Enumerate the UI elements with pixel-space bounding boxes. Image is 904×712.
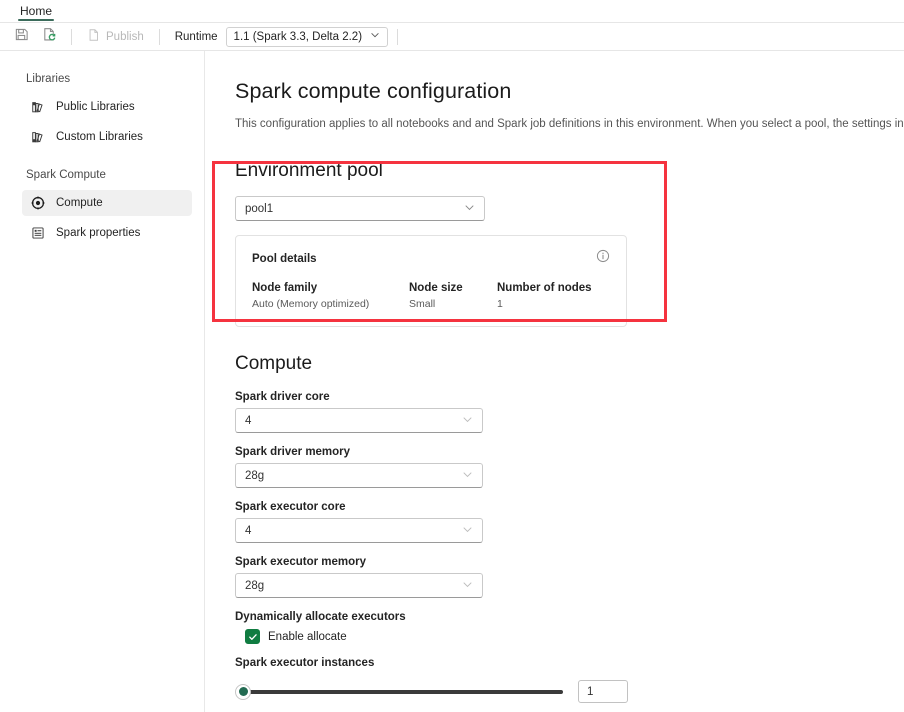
pool-detail-value: Small [409, 298, 497, 310]
publish-button[interactable]: Publish [81, 25, 150, 48]
toolbar-separator-1 [71, 29, 72, 45]
field-spark-executor-core: Spark executor core 4 [235, 501, 904, 543]
sidebar-item-custom-libraries[interactable]: Custom Libraries [22, 124, 192, 150]
app-shell: Libraries Public Libraries [0, 51, 904, 712]
runtime-dropdown-value: 1.1 (Spark 3.3, Delta 2.2) [234, 31, 362, 43]
toolbar: Publish Runtime 1.1 (Spark 3.3, Delta 2.… [0, 23, 904, 51]
books-icon [30, 129, 46, 145]
publish-refresh-icon [42, 27, 57, 47]
chevron-down-icon [462, 469, 473, 483]
spark-executor-core-value: 4 [245, 525, 251, 537]
environment-pool-select-value: pool1 [245, 203, 273, 215]
field-label: Spark executor instances [235, 657, 904, 669]
spark-driver-core-value: 4 [245, 415, 251, 427]
spark-driver-memory-select[interactable]: 28g [235, 463, 483, 488]
field-label: Spark executor memory [235, 556, 904, 568]
publish-refresh-button[interactable] [36, 26, 62, 48]
toolbar-separator-3 [397, 29, 398, 45]
field-label: Spark driver core [235, 391, 904, 403]
spark-executor-memory-select[interactable]: 28g [235, 573, 483, 598]
publish-button-label: Publish [106, 31, 144, 43]
save-button[interactable] [8, 26, 34, 48]
enable-allocate-checkbox[interactable] [245, 629, 260, 644]
tab-home[interactable]: Home [12, 0, 60, 22]
sidebar-group-libraries: Libraries Public Libraries [0, 73, 204, 150]
spark-executor-memory-value: 28g [245, 580, 264, 592]
runtime-dropdown[interactable]: 1.1 (Spark 3.3, Delta 2.2) [226, 27, 388, 47]
spark-driver-core-select[interactable]: 4 [235, 408, 483, 433]
sidebar-item-label: Spark properties [56, 227, 140, 239]
publish-page-icon [87, 28, 101, 45]
toolbar-separator-2 [159, 29, 160, 45]
field-label: Spark executor core [235, 501, 904, 513]
spark-executor-core-select[interactable]: 4 [235, 518, 483, 543]
chevron-down-icon [462, 524, 473, 538]
pool-detail-header: Node size [409, 282, 497, 294]
pool-detail-value: 1 [497, 298, 592, 310]
sidebar-item-label: Custom Libraries [56, 131, 143, 143]
pool-detail-node-size: Node size Small [409, 282, 497, 310]
pool-details-card: Pool details Node family Auto (Memory op… [235, 235, 627, 327]
field-label: Spark driver memory [235, 446, 904, 458]
ribbon-tabstrip: Home [0, 0, 904, 23]
info-icon[interactable] [596, 249, 610, 268]
executor-instances-input-value: 1 [587, 686, 593, 698]
pool-detail-node-family: Node family Auto (Memory optimized) [252, 282, 409, 310]
sidebar-group-title-spark-compute: Spark Compute [0, 169, 204, 181]
spark-driver-memory-value: 28g [245, 470, 264, 482]
books-icon [30, 99, 46, 115]
field-label: Dynamically allocate executors [235, 611, 904, 623]
field-dynamic-allocation: Dynamically allocate executors Enable al… [235, 611, 904, 644]
executor-instances-input[interactable]: 1 [578, 680, 628, 703]
pool-detail-header: Node family [252, 282, 409, 294]
pool-details-columns: Node family Auto (Memory optimized) Node… [252, 282, 610, 310]
field-spark-driver-memory: Spark driver memory 28g [235, 446, 904, 488]
sidebar-group-title-libraries: Libraries [0, 73, 204, 85]
field-spark-executor-memory: Spark executor memory 28g [235, 556, 904, 598]
pool-detail-header: Number of nodes [497, 282, 592, 294]
enable-allocate-label: Enable allocate [268, 631, 347, 643]
chevron-down-icon [370, 30, 380, 43]
field-spark-driver-core: Spark driver core 4 [235, 391, 904, 433]
executor-instances-slider[interactable] [235, 682, 563, 702]
page-description: This configuration applies to all notebo… [235, 118, 904, 130]
field-spark-executor-instances: Spark executor instances 1 [235, 657, 904, 703]
properties-list-icon [30, 225, 46, 241]
environment-pool-heading: Environment pool [235, 160, 904, 182]
executor-instances-slider-row: 1 [235, 680, 904, 703]
environment-pool-select[interactable]: pool1 [235, 196, 485, 221]
sidebar-item-label: Public Libraries [56, 101, 135, 113]
runtime-label: Runtime [169, 31, 224, 43]
chevron-down-icon [462, 579, 473, 593]
pool-detail-value: Auto (Memory optimized) [252, 298, 409, 310]
enable-allocate-row[interactable]: Enable allocate [245, 629, 904, 644]
sidebar-group-spark-compute: Spark Compute Compute [0, 169, 204, 246]
save-icon [14, 27, 29, 47]
pool-details-title: Pool details [252, 253, 317, 265]
sidebar-item-compute[interactable]: Compute [22, 190, 192, 216]
gear-icon [30, 195, 46, 211]
sidebar-item-spark-properties[interactable]: Spark properties [22, 220, 192, 246]
page-title: Spark compute configuration [235, 79, 904, 104]
slider-thumb[interactable] [235, 684, 251, 700]
pool-details-header: Pool details [252, 249, 610, 268]
chevron-down-icon [464, 202, 475, 216]
compute-heading: Compute [235, 353, 904, 375]
chevron-down-icon [462, 414, 473, 428]
tab-home-label: Home [20, 4, 52, 18]
sidebar-item-label: Compute [56, 197, 103, 209]
sidebar: Libraries Public Libraries [0, 51, 205, 712]
slider-track [243, 690, 563, 694]
sidebar-item-public-libraries[interactable]: Public Libraries [22, 94, 192, 120]
pool-detail-number-of-nodes: Number of nodes 1 [497, 282, 592, 310]
main-content: Spark compute configuration This configu… [205, 51, 904, 712]
